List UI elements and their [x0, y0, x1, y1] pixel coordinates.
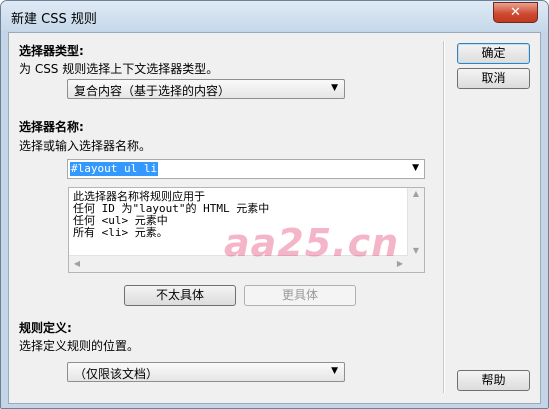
watermark-logo: aa25.cn	[224, 221, 400, 265]
title-bar: 新建 CSS 规则 ✕	[1, 1, 548, 31]
new-css-rule-dialog: 新建 CSS 规则 ✕ 选择器类型: 为 CSS 规则选择上下文选择器类型。 复…	[0, 0, 549, 409]
chevron-down-icon: ▼	[331, 83, 338, 93]
dialog-body: 选择器类型: 为 CSS 规则选择上下文选择器类型。 复合内容（基于选择的内容）…	[8, 32, 541, 404]
rule-definition-value: （仅限该文档）	[74, 367, 159, 381]
selector-type-description: 为 CSS 规则选择上下文选择器类型。	[19, 62, 219, 76]
selector-name-input[interactable]: #layout ul li	[70, 162, 159, 176]
vertical-scrollbar[interactable]: ▲ ▼	[407, 188, 424, 256]
selector-name-description: 选择或输入选择器名称。	[19, 139, 152, 153]
ok-button[interactable]: 确定	[457, 43, 530, 64]
scroll-up-icon[interactable]: ▲	[408, 189, 424, 198]
chevron-down-icon[interactable]: ▼	[412, 163, 419, 173]
explanation-line: 所有 <li> 元素。	[73, 226, 168, 239]
separator	[443, 41, 445, 393]
cancel-button[interactable]: 取消	[457, 68, 530, 89]
help-button[interactable]: 帮助	[457, 370, 530, 391]
scroll-left-icon[interactable]: ◀	[69, 259, 85, 268]
selector-type-dropdown[interactable]: 复合内容（基于选择的内容） ▼	[67, 79, 345, 99]
scrollbar-corner	[408, 256, 424, 272]
close-icon: ✕	[510, 5, 521, 20]
scroll-down-icon[interactable]: ▼	[408, 246, 424, 255]
chevron-down-icon: ▼	[331, 366, 338, 376]
selector-type-heading: 选择器类型:	[19, 44, 84, 58]
selector-type-value: 复合内容（基于选择的内容）	[74, 84, 231, 98]
more-specific-button[interactable]: 更具体	[244, 285, 356, 306]
less-specific-button[interactable]: 不太具体	[124, 285, 236, 306]
rule-definition-description: 选择定义规则的位置。	[19, 339, 140, 353]
dialog-title: 新建 CSS 规则	[11, 12, 97, 27]
selector-name-heading: 选择器名称:	[19, 120, 84, 134]
rule-definition-heading: 规则定义:	[19, 321, 72, 335]
close-button[interactable]: ✕	[493, 2, 538, 23]
rule-definition-dropdown[interactable]: （仅限该文档） ▼	[67, 362, 345, 382]
selector-name-combobox[interactable]: #layout ul li ▼	[67, 159, 425, 179]
